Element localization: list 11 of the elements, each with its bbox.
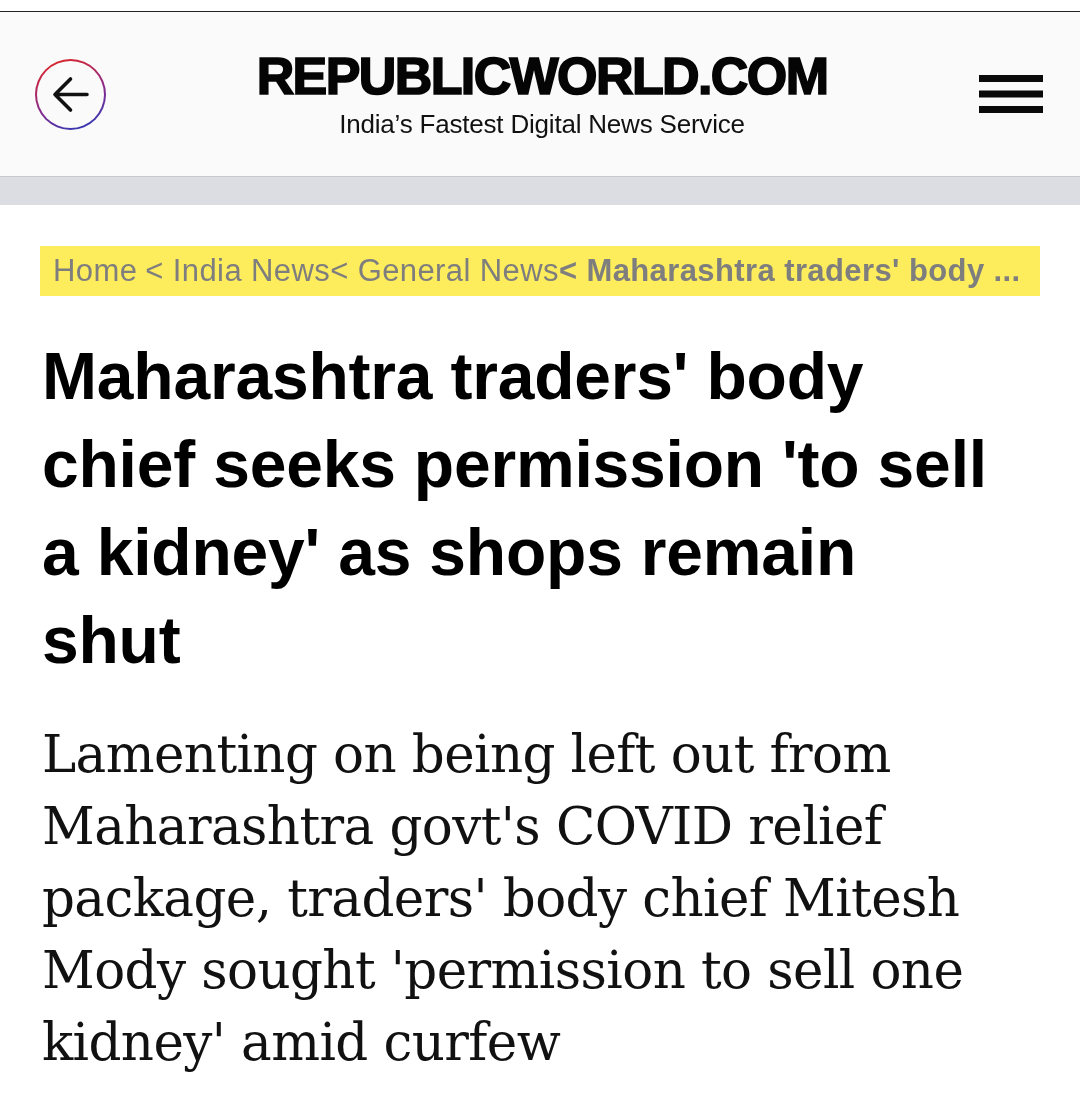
back-arrow-icon xyxy=(52,75,89,113)
menu-icon xyxy=(979,75,1043,113)
site-logo[interactable]: REPUBLICWORLD.COM xyxy=(256,49,828,103)
menu-button[interactable] xyxy=(978,72,1044,116)
article-headline: Maharashtra traders' body chief seeks permission 'to sell a kidney' as shops remain shut xyxy=(42,338,988,679)
breadcrumb-link[interactable]: < General News xyxy=(330,253,559,289)
article-summary: Lamenting on being left out from Maharashtra govt's COVID relief package, traders' body chief Mitesh Mody sought 'permission to sell one kidney' amid curfew xyxy=(42,723,965,1074)
breadcrumb-link[interactable]: < India News xyxy=(145,253,331,289)
breadcrumb-link[interactable]: Home xyxy=(53,253,138,289)
site-tagline: India’s Fastest Digital News Service xyxy=(339,109,745,139)
breadcrumb-current[interactable]: < Maharashtra traders' body ... xyxy=(558,253,1021,289)
